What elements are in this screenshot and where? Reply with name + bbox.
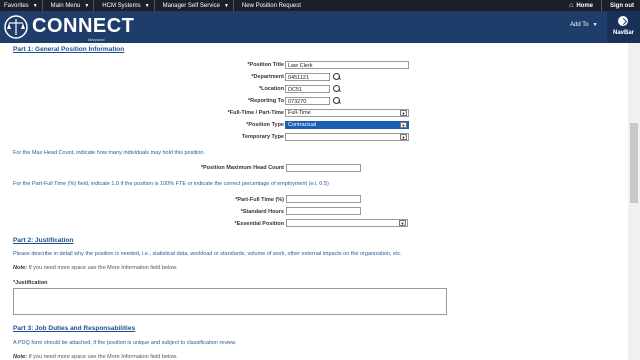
job-duties-description: A PDQ form should be attached, if the po… — [13, 340, 237, 346]
note-text: If you need more space use the More Info… — [27, 354, 178, 360]
department-label: *Department — [251, 74, 284, 80]
fulltime-label: *Full-Time / Part-Time — [227, 110, 284, 116]
chevron-down-icon: ▼ — [400, 134, 407, 140]
chevron-down-icon: ▼ — [32, 2, 38, 9]
header-banner: CONNECT Maryland Judiciary Add To ▼ NavBa… — [0, 11, 640, 47]
part3-note: Note: If you need more space use the Mor… — [13, 354, 177, 360]
note-label: Note: — [13, 354, 28, 360]
location-input[interactable]: DC51 — [285, 85, 330, 93]
reporting-to-input[interactable]: 073270 — [285, 97, 330, 105]
fte-note: For the Part-Full Time (%) field, indica… — [13, 181, 329, 187]
department-lookup-icon[interactable] — [333, 73, 340, 80]
home-label: Home — [576, 2, 593, 9]
home-icon: ⌂ — [569, 2, 574, 9]
max-headcount-label: *Position Maximum Head Count — [200, 165, 284, 171]
add-to-label: Add To — [570, 22, 589, 28]
part-full-time-label: *Part-Full Time (%) — [235, 197, 284, 203]
chevron-down-icon: ▼ — [144, 2, 150, 9]
part2-note: Note: If you need more space use the Mor… — [13, 265, 177, 271]
fulltime-select[interactable]: Full-Time ▼ — [285, 109, 409, 117]
manager-self-service-menu[interactable]: Manager Self Service ▼ — [159, 0, 233, 11]
sign-out-link[interactable]: Sign out — [606, 0, 640, 11]
position-type-label: *Position Type — [246, 122, 284, 128]
main-menu-label: Main Menu — [50, 2, 81, 9]
temporary-type-select[interactable]: ▼ — [285, 133, 409, 141]
vertical-scrollbar[interactable] — [628, 43, 640, 360]
max-headcount-input[interactable] — [286, 164, 361, 172]
position-title-label: *Position Title — [247, 62, 284, 68]
temporary-type-label: Temporary Type — [242, 134, 284, 140]
position-title-input[interactable]: Law Clerk — [285, 61, 409, 69]
top-menu-bar: Favorites ▼ Main Menu ▼ HCM Systems ▼ Manag… — [0, 0, 640, 11]
breadcrumb-label: New Position Request — [241, 2, 301, 9]
connect-logo[interactable]: CONNECT Maryland Judiciary — [2, 13, 134, 47]
hcm-systems-menu[interactable]: HCM Systems ▼ — [98, 0, 153, 11]
essential-position-label: *Essential Position — [234, 221, 284, 227]
scales-of-justice-icon — [4, 15, 28, 39]
breadcrumb-current: New Position Request — [238, 0, 305, 11]
location-label: *Location — [258, 86, 284, 92]
home-link[interactable]: ⌂ Home — [565, 0, 597, 11]
reporting-to-label: *Reporting To — [248, 98, 284, 104]
scrollbar-thumb[interactable] — [630, 123, 638, 203]
menu-divider — [41, 0, 43, 11]
location-lookup-icon[interactable] — [333, 85, 340, 92]
part2-title: Part 2: Justification — [13, 237, 74, 244]
navbar-label: NavBar — [612, 30, 634, 36]
chevron-down-icon: ▼ — [400, 122, 407, 128]
manager-self-service-label: Manager Self Service — [162, 2, 220, 9]
standard-hours-label: *Standard Hours — [240, 209, 284, 215]
logo-wordmark: CONNECT — [32, 15, 135, 37]
chevron-down-icon: ▼ — [592, 22, 598, 28]
part3-title: Part 3: Job Duties and Responsabilities — [13, 325, 136, 332]
menu-divider — [232, 0, 234, 11]
reporting-to-lookup-icon[interactable] — [333, 97, 340, 104]
main-content: Part 1: General Position Information *Po… — [0, 43, 628, 360]
position-type-value: Contractual — [288, 122, 317, 128]
chevron-down-icon: ▼ — [400, 110, 407, 116]
note-text: If you need more space use the More Info… — [27, 265, 178, 271]
essential-position-select[interactable]: ▼ — [286, 219, 408, 227]
compass-icon — [618, 16, 628, 26]
justification-description: Please describe in detail why the positi… — [13, 251, 402, 257]
note-label: Note: — [13, 265, 28, 271]
hcm-systems-label: HCM Systems — [102, 2, 141, 9]
position-type-select[interactable]: Contractual ▼ — [285, 121, 409, 129]
menu-divider — [153, 0, 155, 11]
add-to-menu[interactable]: Add To ▼ — [570, 22, 598, 28]
menu-divider — [93, 0, 95, 11]
standard-hours-input[interactable] — [286, 207, 361, 215]
sign-out-label: Sign out — [610, 2, 634, 9]
part-full-time-input[interactable] — [286, 195, 361, 203]
headcount-note: For the Max Head Count, indicate how man… — [13, 150, 205, 156]
favorites-menu[interactable]: Favorites ▼ — [0, 0, 42, 11]
menu-divider — [601, 0, 602, 11]
main-menu[interactable]: Main Menu ▼ — [47, 0, 94, 11]
navbar-button[interactable]: NavBar — [607, 11, 640, 43]
part1-title: Part 1: General Position Information — [13, 46, 125, 53]
chevron-down-icon: ▼ — [399, 220, 406, 226]
department-input[interactable]: 0451121 — [285, 73, 330, 81]
fulltime-value: Full-Time — [288, 110, 311, 116]
favorites-label: Favorites — [4, 2, 29, 9]
justification-textarea[interactable] — [13, 288, 447, 315]
justification-label: *Justification — [13, 280, 48, 286]
chevron-down-icon: ▼ — [223, 2, 229, 9]
chevron-down-icon: ▼ — [84, 2, 90, 9]
